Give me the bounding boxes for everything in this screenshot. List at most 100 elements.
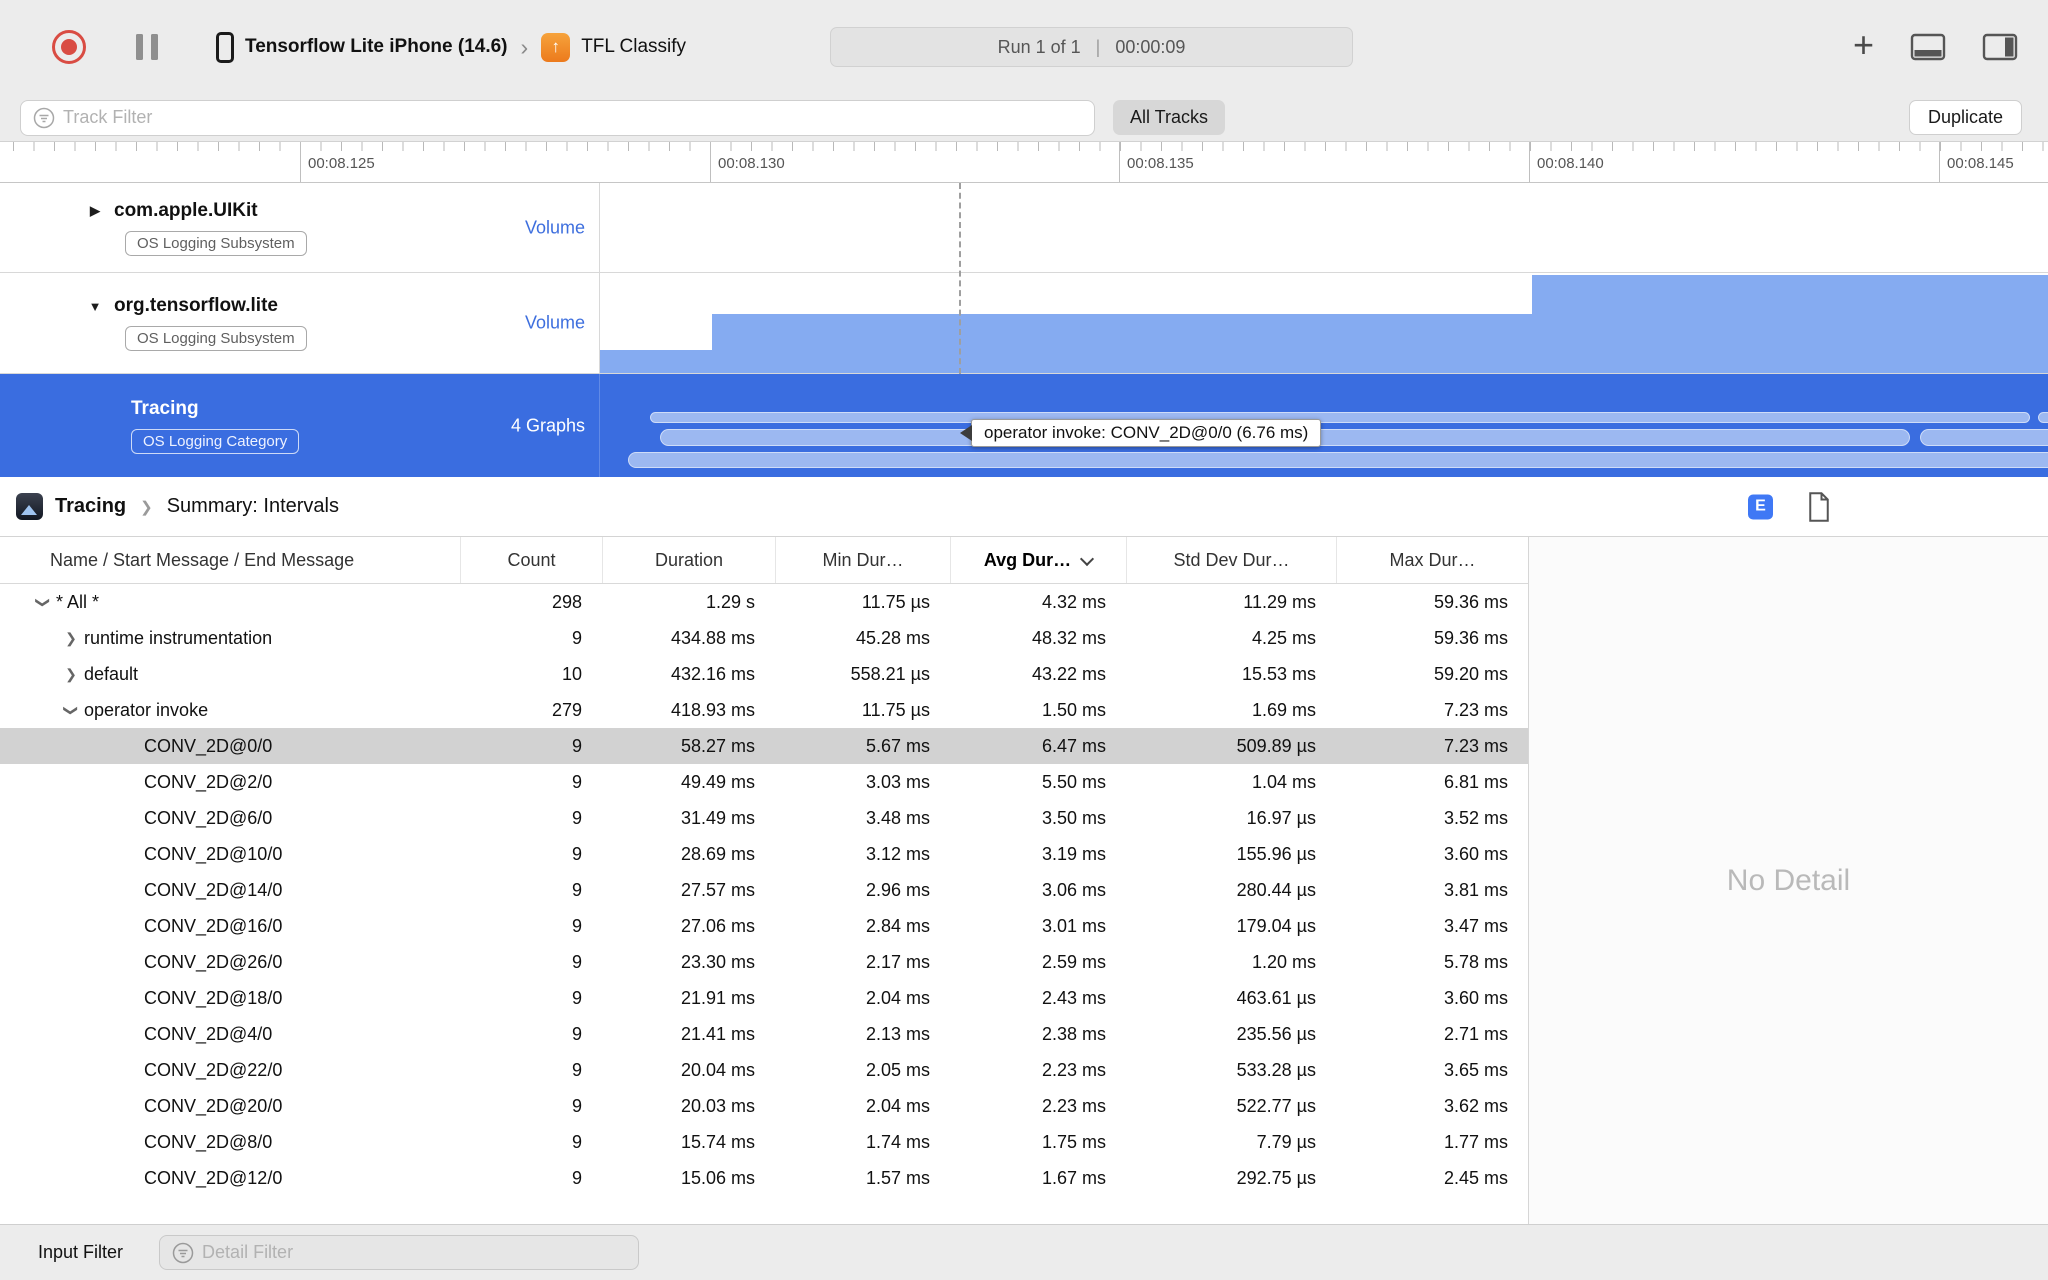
disclosure-triangle-right-icon[interactable]: ▶ bbox=[84, 203, 106, 219]
timeline-ruler[interactable]: 00:08.125 00:08.130 00:08.135 00:08.140 00:0… bbox=[0, 141, 2048, 183]
table-row[interactable]: operator invoke 279 418.93 ms 11.75 µs 1… bbox=[0, 692, 1528, 728]
row-count: 9 bbox=[571, 1023, 582, 1044]
row-min-duration: 3.48 ms bbox=[865, 807, 930, 828]
expanded-detail-icon[interactable]: E bbox=[1748, 494, 1773, 519]
row-avg-duration: 2.43 ms bbox=[1041, 987, 1106, 1008]
disclosure-triangle-down-icon[interactable]: ▼ bbox=[84, 299, 106, 314]
sort-descending-icon bbox=[1081, 554, 1093, 566]
breadcrumb-root[interactable]: Tracing bbox=[55, 495, 126, 518]
track-name: org.tensorflow.lite bbox=[114, 295, 278, 316]
row-avg-duration: 48.32 ms bbox=[1031, 627, 1106, 648]
interval-capsule[interactable] bbox=[628, 452, 2048, 468]
table-row[interactable]: CONV_2D@4/0 9 21.41 ms 2.13 ms 2.38 ms 2… bbox=[0, 1016, 1528, 1052]
row-name: CONV_2D@26/0 bbox=[144, 951, 283, 972]
row-max-duration: 2.45 ms bbox=[1443, 1167, 1508, 1188]
breadcrumb-page[interactable]: Summary: Intervals bbox=[167, 495, 339, 518]
table-row[interactable]: runtime instrumentation 9 434.88 ms 45.2… bbox=[0, 620, 1528, 656]
table-header-row: Name / Start Message / End Message Count… bbox=[0, 537, 1528, 584]
interval-tooltip: operator invoke: CONV_2D@0/0 (6.76 ms) bbox=[971, 419, 1322, 447]
row-max-duration: 3.65 ms bbox=[1443, 1059, 1508, 1080]
column-header-max[interactable]: Max Dur… bbox=[1336, 537, 1528, 583]
table-row[interactable]: * All * 298 1.29 s 11.75 µs 4.32 ms 11.2… bbox=[0, 584, 1528, 620]
row-count: 9 bbox=[571, 951, 582, 972]
row-duration: 23.30 ms bbox=[680, 951, 755, 972]
table-row[interactable]: CONV_2D@20/0 9 20.03 ms 2.04 ms 2.23 ms … bbox=[0, 1088, 1528, 1124]
toggle-bottom-pane-button[interactable] bbox=[1910, 33, 1946, 61]
table-row[interactable]: CONV_2D@0/0 9 58.27 ms 5.67 ms 6.47 ms 5… bbox=[0, 728, 1528, 764]
target-selector[interactable]: Tensorflow Lite iPhone (14.6) › ↑ TFL Cl… bbox=[216, 31, 687, 63]
column-header-count[interactable]: Count bbox=[460, 537, 602, 583]
row-avg-duration: 43.22 ms bbox=[1031, 663, 1106, 684]
column-header-min[interactable]: Min Dur… bbox=[775, 537, 950, 583]
table-row[interactable]: CONV_2D@6/0 9 31.49 ms 3.48 ms 3.50 ms 1… bbox=[0, 800, 1528, 836]
detail-filter[interactable] bbox=[159, 1235, 640, 1270]
column-header-name[interactable]: Name / Start Message / End Message bbox=[0, 537, 460, 583]
interval-capsule[interactable] bbox=[2038, 412, 2048, 423]
volume-bar bbox=[600, 350, 712, 373]
pause-button[interactable] bbox=[136, 34, 158, 60]
target-app-name: TFL Classify bbox=[581, 36, 687, 57]
track-tracing-selected: Tracing OS Logging Category 4 Graphs ope… bbox=[0, 374, 2048, 477]
row-max-duration: 7.23 ms bbox=[1443, 699, 1508, 720]
table-row[interactable]: CONV_2D@16/0 9 27.06 ms 2.84 ms 3.01 ms … bbox=[0, 908, 1528, 944]
table-row[interactable]: CONV_2D@8/0 9 15.74 ms 1.74 ms 1.75 ms 7… bbox=[0, 1124, 1528, 1160]
interval-capsule[interactable] bbox=[650, 412, 2030, 423]
row-count: 9 bbox=[571, 735, 582, 756]
track-plot-uikit[interactable] bbox=[600, 183, 2048, 272]
track-header-tracing[interactable]: Tracing OS Logging Category 4 Graphs bbox=[0, 374, 600, 477]
row-duration: 434.88 ms bbox=[670, 627, 755, 648]
row-count: 9 bbox=[571, 1095, 582, 1116]
table-row[interactable]: CONV_2D@10/0 9 28.69 ms 3.12 ms 3.19 ms … bbox=[0, 836, 1528, 872]
row-avg-duration: 3.19 ms bbox=[1041, 843, 1106, 864]
column-header-avg[interactable]: Avg Dur… bbox=[950, 537, 1126, 583]
track-type-badge: OS Logging Subsystem bbox=[125, 230, 307, 256]
track-name: Tracing bbox=[131, 397, 199, 419]
bottom-pane-icon bbox=[1910, 33, 1946, 61]
track-plot-tracing[interactable]: operator invoke: CONV_2D@0/0 (6.76 ms) bbox=[600, 374, 2048, 477]
track-header-uikit[interactable]: ▶ com.apple.UIKit OS Logging Subsystem V… bbox=[0, 183, 600, 272]
row-min-duration: 2.13 ms bbox=[865, 1023, 930, 1044]
track-type-badge: OS Logging Category bbox=[131, 428, 300, 454]
row-name: CONV_2D@2/0 bbox=[144, 771, 273, 792]
table-row[interactable]: CONV_2D@2/0 9 49.49 ms 3.03 ms 5.50 ms 1… bbox=[0, 764, 1528, 800]
document-icon[interactable] bbox=[1806, 491, 1832, 522]
iphone-device-icon bbox=[216, 31, 234, 63]
track-plot-tensorflow[interactable] bbox=[600, 273, 2048, 373]
track-header-tensorflow[interactable]: ▼ org.tensorflow.lite OS Logging Subsyst… bbox=[0, 273, 600, 373]
record-button[interactable] bbox=[52, 30, 86, 64]
filter-icon bbox=[172, 1242, 194, 1263]
table-row[interactable]: CONV_2D@26/0 9 23.30 ms 2.17 ms 2.59 ms … bbox=[0, 944, 1528, 980]
disclosure-chevron-icon[interactable] bbox=[30, 594, 56, 611]
track-filter[interactable] bbox=[20, 99, 1095, 136]
column-header-std[interactable]: Std Dev Dur… bbox=[1126, 537, 1336, 583]
input-filter-label: Input Filter bbox=[38, 1242, 124, 1262]
row-name: runtime instrumentation bbox=[84, 627, 273, 648]
row-min-duration: 3.03 ms bbox=[865, 771, 930, 792]
table-row[interactable]: default 10 432.16 ms 558.21 µs 43.22 ms … bbox=[0, 656, 1528, 692]
detail-inspector-panel: No Detail bbox=[1528, 537, 2048, 1224]
table-row[interactable]: CONV_2D@22/0 9 20.04 ms 2.05 ms 2.23 ms … bbox=[0, 1052, 1528, 1088]
interval-capsule[interactable] bbox=[1920, 429, 2048, 446]
no-detail-placeholder: No Detail bbox=[1726, 863, 1851, 897]
column-header-avg-label: Avg Dur… bbox=[983, 549, 1072, 570]
disclosure-chevron-icon[interactable] bbox=[58, 702, 84, 719]
row-count: 9 bbox=[571, 879, 582, 900]
disclosure-chevron-icon[interactable] bbox=[58, 630, 84, 647]
disclosure-chevron-icon[interactable] bbox=[58, 666, 84, 683]
row-std-dev-duration: 179.04 µs bbox=[1236, 915, 1316, 936]
all-tracks-button[interactable]: All Tracks bbox=[1113, 100, 1226, 135]
table-row[interactable]: CONV_2D@14/0 9 27.57 ms 2.96 ms 3.06 ms … bbox=[0, 872, 1528, 908]
add-instrument-button[interactable]: + bbox=[1853, 27, 1874, 67]
toggle-right-pane-button[interactable] bbox=[1982, 33, 2018, 61]
row-duration: 15.74 ms bbox=[680, 1131, 755, 1152]
row-max-duration: 3.60 ms bbox=[1443, 987, 1508, 1008]
column-header-duration[interactable]: Duration bbox=[602, 537, 775, 583]
track-filter-input[interactable] bbox=[63, 107, 1082, 128]
table-row[interactable]: CONV_2D@18/0 9 21.91 ms 2.04 ms 2.43 ms … bbox=[0, 980, 1528, 1016]
row-min-duration: 2.17 ms bbox=[865, 951, 930, 972]
table-row[interactable]: CONV_2D@12/0 9 15.06 ms 1.57 ms 1.67 ms … bbox=[0, 1160, 1528, 1196]
row-duration: 20.04 ms bbox=[680, 1059, 755, 1080]
detail-filter-input[interactable] bbox=[202, 1242, 627, 1263]
duplicate-button[interactable]: Duplicate bbox=[1908, 100, 2022, 135]
row-std-dev-duration: 16.97 µs bbox=[1246, 807, 1316, 828]
